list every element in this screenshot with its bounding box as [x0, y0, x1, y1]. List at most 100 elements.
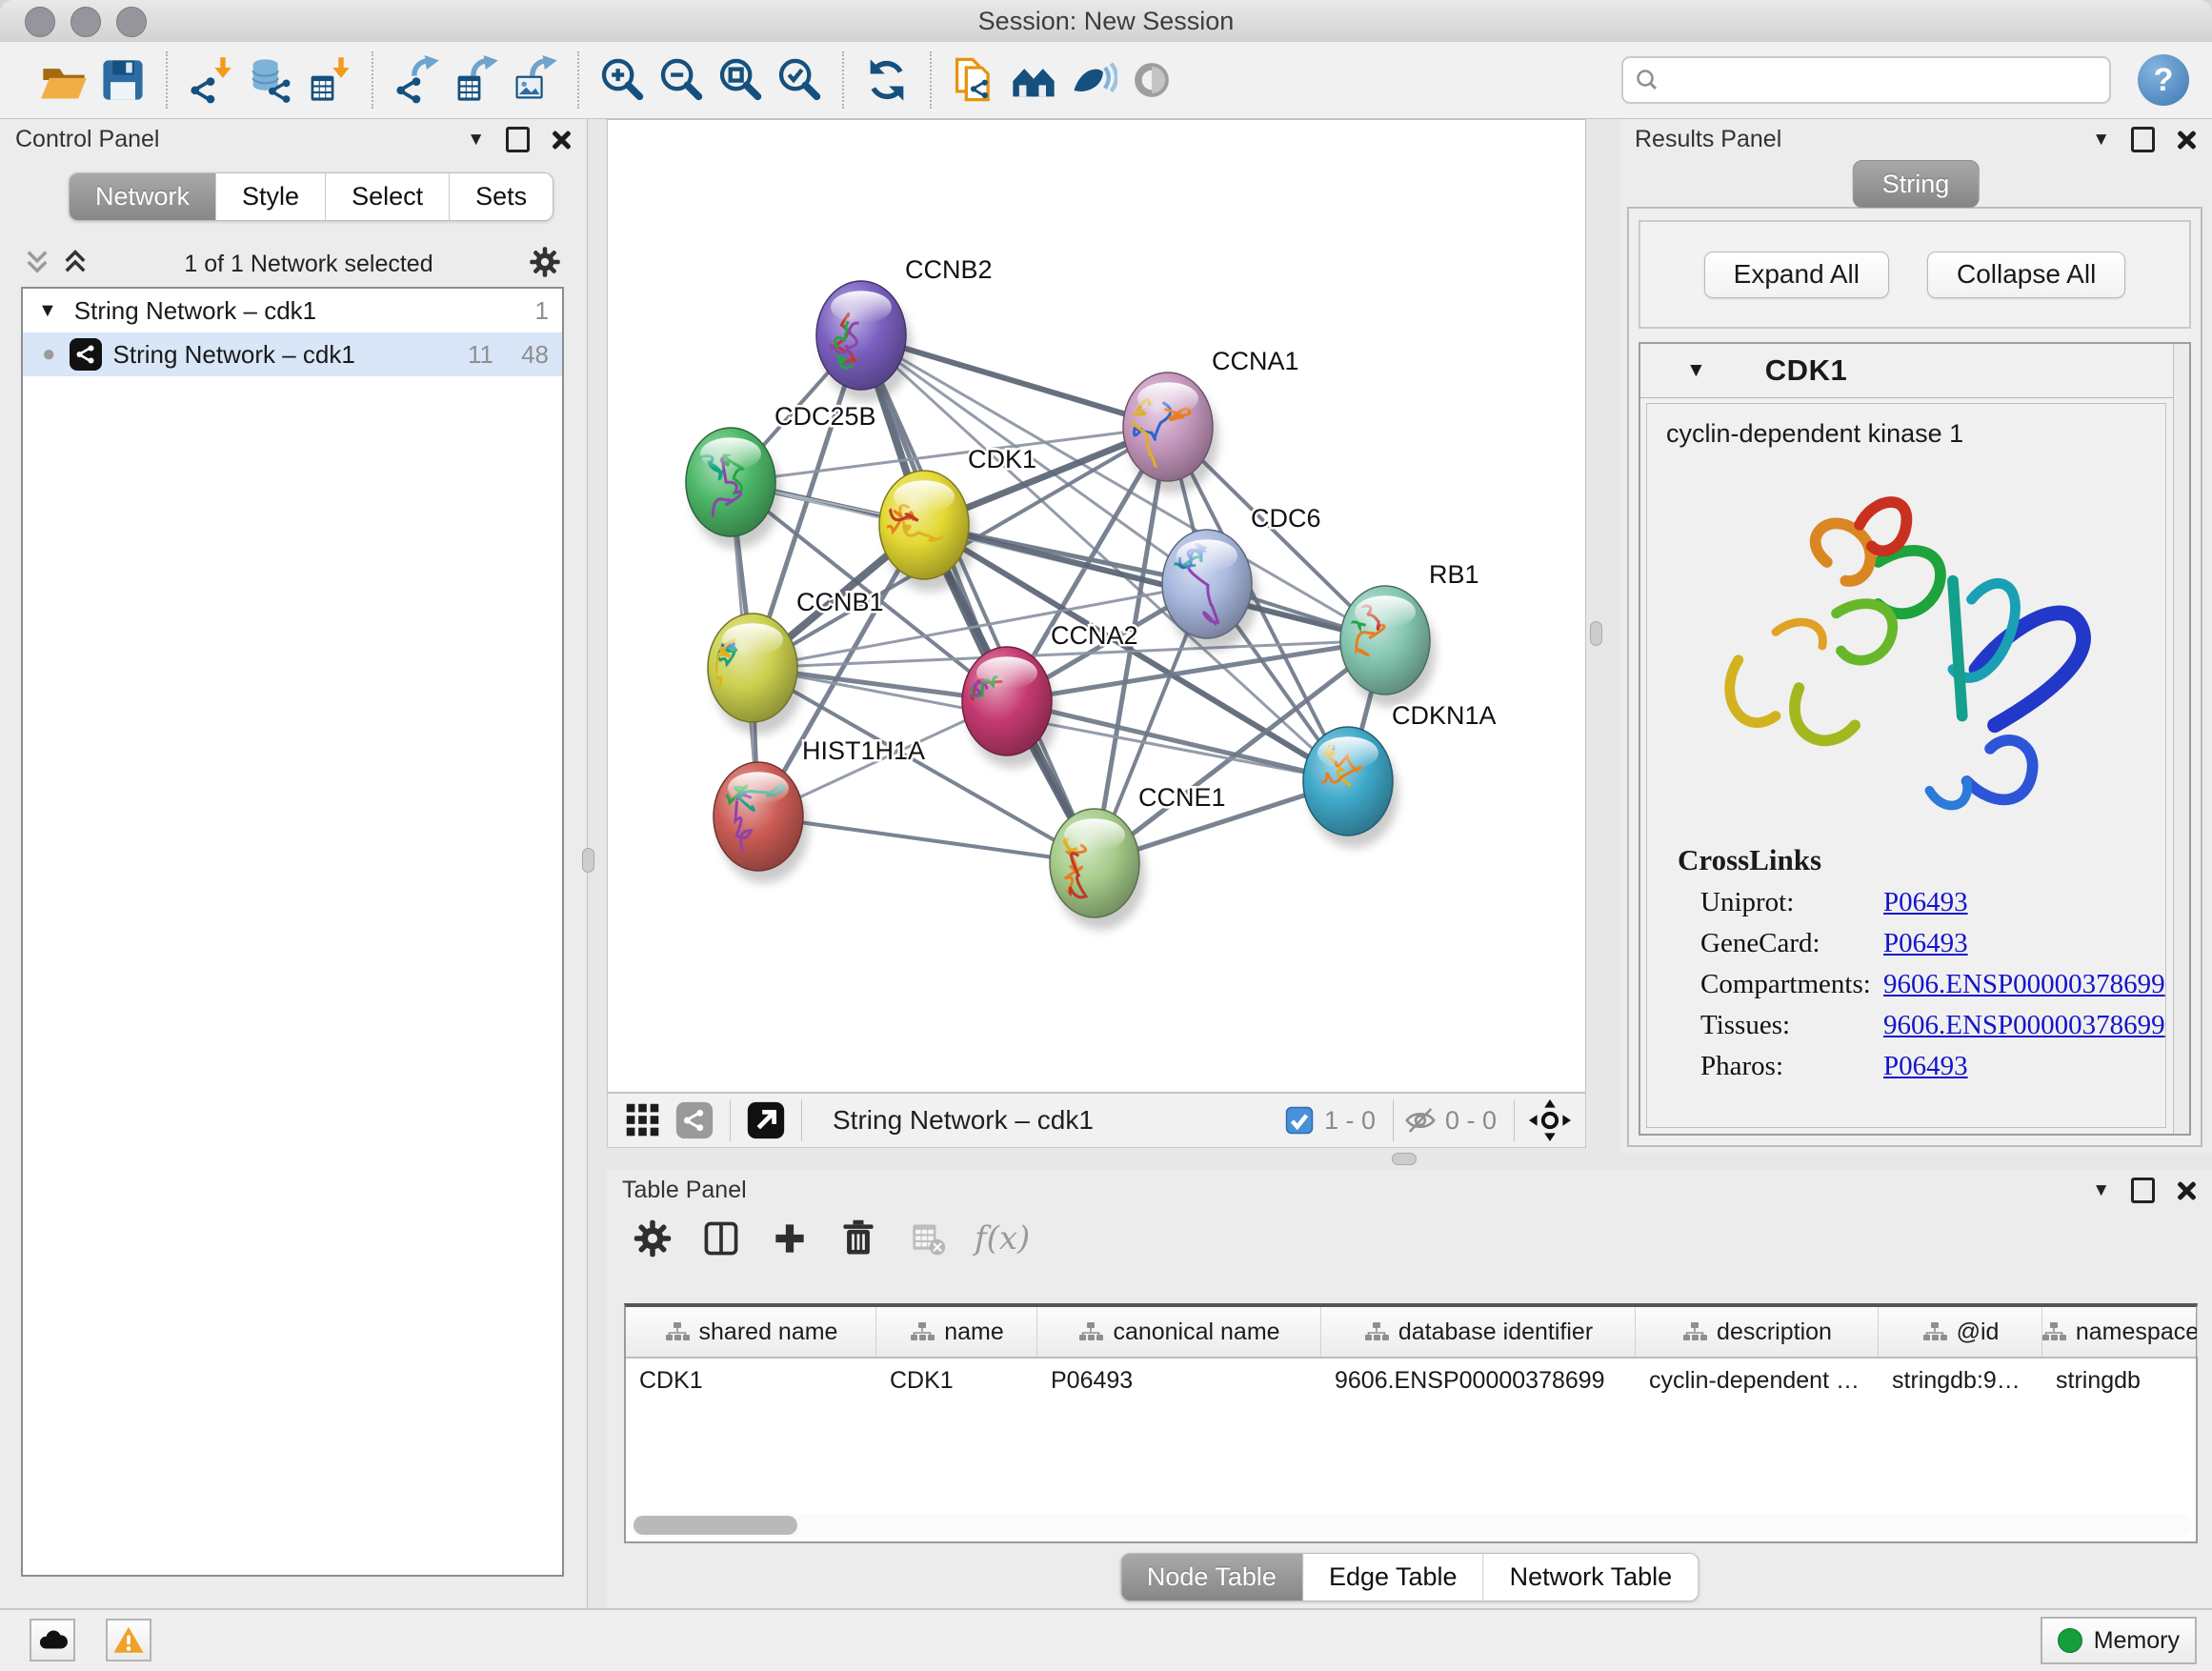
tab-network[interactable]: Network	[70, 173, 216, 220]
zoom-in-button[interactable]	[593, 50, 652, 110]
control-panel-close-icon[interactable]	[551, 130, 572, 151]
zoom-selected-button[interactable]	[770, 50, 829, 110]
table-panel-close-icon[interactable]	[2176, 1180, 2197, 1201]
zoom-out-button[interactable]	[652, 50, 711, 110]
tab-style[interactable]: Style	[216, 173, 326, 220]
import-table-from-file-button[interactable]	[299, 50, 358, 110]
network-row[interactable]: ● String Network – cdk1 11 48	[23, 332, 562, 376]
collection-expand-icon[interactable]: ▼	[38, 300, 57, 322]
open-view-icon[interactable]	[744, 1098, 788, 1142]
column-header-description[interactable]: description	[1636, 1307, 1879, 1357]
network-share-icon[interactable]	[673, 1098, 716, 1142]
column-header-database-identifier[interactable]: database identifier	[1321, 1307, 1636, 1357]
tab-select[interactable]: Select	[326, 173, 450, 220]
horizontal-splitter-handle[interactable]	[1392, 1153, 1417, 1165]
birds-eye-crosshair-icon[interactable]	[1528, 1098, 1572, 1142]
tab-network-table[interactable]: Network Table	[1484, 1554, 1699, 1601]
memory-button[interactable]: Memory	[2041, 1617, 2197, 1664]
node-CCNB2[interactable]: CCNB2	[816, 255, 993, 402]
show-columns-icon[interactable]	[700, 1218, 742, 1259]
tab-string[interactable]: String	[1853, 160, 1980, 208]
search-input[interactable]	[1667, 66, 2098, 95]
selected-checkbox-icon[interactable]	[1282, 1103, 1317, 1137]
table-horizontal-scrollbar[interactable]	[630, 1514, 2192, 1537]
window-close-button[interactable]	[25, 7, 55, 37]
crosslink-link[interactable]: 9606.ENSP00000378699	[1883, 1010, 2165, 1041]
tab-edge-table[interactable]: Edge Table	[1303, 1554, 1484, 1601]
help-button[interactable]: ?	[2138, 54, 2189, 106]
right-splitter-handle[interactable]	[1590, 621, 1602, 646]
collapse-all-button[interactable]: Collapse All	[1927, 252, 2125, 298]
crosslink-link[interactable]: P06493	[1883, 887, 1968, 918]
results-scrollbar[interactable]	[2173, 344, 2189, 1134]
save-session-button[interactable]	[93, 50, 152, 110]
export-network-button[interactable]	[387, 50, 446, 110]
node-CCNE1[interactable]: CCNE1	[1045, 783, 1225, 930]
table-scrollbar-thumb[interactable]	[633, 1516, 797, 1535]
cloud-status-button[interactable]	[30, 1619, 75, 1661]
collapse-all-networks-button[interactable]	[61, 248, 90, 281]
node-label-CCNA1: CCNA1	[1212, 347, 1299, 375]
table-panel-collapse-icon[interactable]: ▼	[2092, 1181, 2110, 1199]
crosslink-link[interactable]: 9606.ENSP00000378699	[1883, 969, 2165, 1000]
network-graph[interactable]: CCNB2CCNA1CDC25BCDK1CDC6RB1CCNB1CCNA2CDK…	[608, 120, 1585, 1092]
network-collection-row[interactable]: ▼ String Network – cdk1 1	[23, 289, 562, 332]
expand-all-button[interactable]: Expand All	[1704, 252, 1889, 298]
export-image-button[interactable]	[505, 50, 564, 110]
network-canvas[interactable]: CCNB2CCNA1CDC25BCDK1CDC6RB1CCNB1CCNA2CDK…	[607, 119, 1586, 1093]
window-minimize-button[interactable]	[70, 7, 101, 37]
refresh-view-button[interactable]	[857, 50, 916, 110]
column-header-label: @id	[1957, 1319, 2000, 1346]
zoom-out-icon	[656, 55, 706, 105]
results-panel-collapse-icon[interactable]: ▼	[2092, 131, 2110, 149]
table-panel-float-icon[interactable]	[2131, 1178, 2155, 1203]
column-header-shared-name[interactable]: shared name	[626, 1307, 876, 1357]
node-CCNA2[interactable]: CCNA2	[936, 621, 1138, 768]
import-network-from-file-button[interactable]	[181, 50, 240, 110]
houses-button[interactable]	[1004, 50, 1063, 110]
column-header--id[interactable]: @id	[1879, 1307, 2042, 1357]
grid-view-icon[interactable]	[621, 1098, 665, 1142]
zoom-fit-button[interactable]	[711, 50, 770, 110]
edge-CCNB2-CCNE1[interactable]	[861, 335, 1095, 863]
edge-HIST1H1A-CCNE1[interactable]	[758, 816, 1095, 863]
delete-column-icon[interactable]	[837, 1218, 879, 1259]
table-row[interactable]: CDK1CDK1P064939606.ENSP00000378699cyclin…	[626, 1359, 2196, 1402]
import-network-from-database-button[interactable]	[240, 50, 299, 110]
network-options-gear-button[interactable]	[528, 245, 562, 284]
column-header-namespace[interactable]: namespace	[2042, 1307, 2198, 1357]
control-panel-collapse-icon[interactable]: ▼	[467, 131, 485, 149]
window-zoom-button[interactable]	[116, 7, 147, 37]
crosslink-link[interactable]: P06493	[1883, 928, 1968, 959]
node-RB1[interactable]: RB1	[1338, 560, 1479, 707]
birds-eye-view-button[interactable]	[1122, 50, 1181, 110]
node-HIST1H1A[interactable]: HIST1H1A	[714, 736, 925, 883]
hidden-eye-icon[interactable]	[1403, 1103, 1438, 1137]
edge-CCNA2-CDKN1A[interactable]	[1007, 701, 1348, 781]
tab-sets[interactable]: Sets	[450, 173, 553, 220]
results-panel-close-icon[interactable]	[2176, 130, 2197, 151]
column-header-name[interactable]: name	[876, 1307, 1037, 1357]
node-CCNB1[interactable]: CCNB1	[697, 588, 883, 735]
control-panel-float-icon[interactable]	[506, 127, 530, 152]
add-column-icon[interactable]	[769, 1218, 811, 1259]
tab-node-table[interactable]: Node Table	[1121, 1554, 1303, 1601]
hide-graphics-details-button[interactable]	[1063, 50, 1122, 110]
column-header-label: description	[1717, 1319, 1832, 1346]
column-header-canonical-name[interactable]: canonical name	[1037, 1307, 1321, 1357]
search-box[interactable]	[1621, 56, 2111, 104]
expand-all-networks-button[interactable]	[23, 248, 51, 281]
export-table-button[interactable]	[446, 50, 505, 110]
open-session-button[interactable]	[34, 50, 93, 110]
node-label-CDK1: CDK1	[968, 445, 1036, 473]
documents-share-button[interactable]	[945, 50, 1004, 110]
table-options-gear-icon[interactable]	[632, 1218, 674, 1259]
warnings-button[interactable]	[106, 1619, 151, 1661]
gene-entry-header[interactable]: ▼ CDK1	[1640, 344, 2174, 398]
left-splitter-handle[interactable]	[582, 848, 594, 873]
results-panel-float-icon[interactable]	[2131, 127, 2155, 152]
import-network-from-file-icon	[186, 55, 235, 105]
gene-entry-collapse-icon[interactable]: ▼	[1686, 359, 1706, 382]
node-CDC6[interactable]: CDC6	[1152, 504, 1321, 651]
crosslink-link[interactable]: P06493	[1883, 1051, 1968, 1082]
